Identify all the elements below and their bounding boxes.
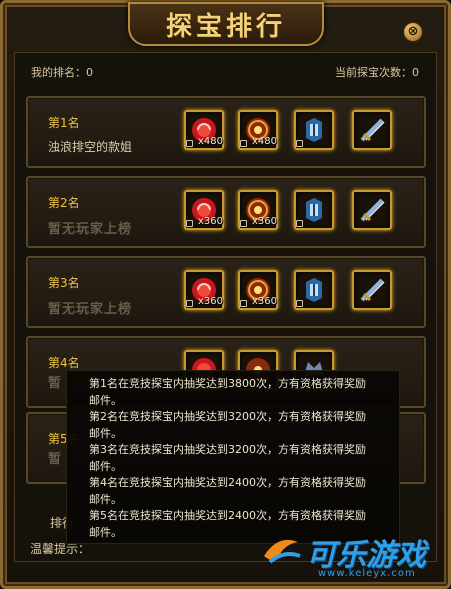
bound-lock-icon	[186, 140, 193, 147]
reward-slot-blade[interactable]	[352, 110, 392, 150]
tooltip-line: 邮件。	[89, 492, 122, 506]
brand-logo-icon	[264, 539, 301, 564]
bound-lock-icon	[186, 300, 193, 307]
watermark-url: www.keleyx.com	[318, 568, 416, 579]
rank-player-name: 暂	[48, 452, 63, 467]
blue-armor-icon	[306, 198, 322, 222]
rank-player-name: 暂	[48, 376, 63, 391]
tooltip-line: 邮件。	[89, 393, 122, 407]
rank-row-2: 第2名 暂无玩家上榜 x360 x360	[26, 176, 426, 248]
tooltip-line: 第5名在竞技探宝内抽奖达到2400次，方有资格获得奖励	[89, 509, 366, 522]
reward-qty: x480	[252, 136, 278, 147]
site-watermark: 可乐游戏 www.keleyx.com	[258, 528, 443, 584]
current-count-text: 当前探宝次数：0	[335, 66, 419, 79]
my-rank-text: 我的排名：0	[31, 66, 93, 79]
reward-slot-blade[interactable]	[352, 190, 392, 230]
reward-qty: x360	[198, 296, 224, 307]
rank-player-name: 暂无玩家上榜	[48, 302, 133, 317]
rank-row-1: 第1名 浊浪排空的款姐 x480 x480	[26, 96, 426, 168]
reward-qty: x480	[198, 136, 224, 147]
blue-blade-icon	[360, 118, 385, 142]
window-title: 探宝排行	[165, 12, 286, 42]
rank-label: 第4名	[48, 356, 80, 370]
reward-qty: x360	[252, 216, 278, 227]
reward-condition-tooltip: 第1名在竞技探宝内抽奖达到3800次，方有资格获得奖励 邮件。 第2名在竞技探宝…	[66, 370, 400, 544]
tooltip-line: 邮件。	[89, 459, 122, 473]
blue-blade-icon	[360, 278, 385, 302]
blue-armor-icon	[306, 118, 322, 142]
bound-lock-icon	[296, 140, 303, 147]
blue-armor-icon	[306, 278, 322, 302]
close-button[interactable]: ⊗	[403, 22, 423, 42]
tooltip-line: 第4名在竞技探宝内抽奖达到2400次，方有资格获得奖励	[89, 476, 366, 489]
rank-player-name: 暂无玩家上榜	[48, 222, 133, 237]
rank-player-name: 浊浪排空的款姐	[48, 140, 133, 154]
rank-row-3: 第3名 暂无玩家上榜 x360 x360	[26, 256, 426, 328]
tooltip-line: 第1名在竞技探宝内抽奖达到3800次，方有资格获得奖励	[89, 377, 366, 390]
bound-lock-icon	[240, 300, 247, 307]
tooltip-line: 第2名在竞技探宝内抽奖达到3200次，方有资格获得奖励	[89, 410, 366, 423]
reward-qty: x360	[198, 216, 224, 227]
bound-lock-icon	[240, 140, 247, 147]
bound-lock-icon	[240, 220, 247, 227]
bound-lock-icon	[186, 220, 193, 227]
tooltip-line: 邮件。	[89, 426, 122, 440]
blue-blade-icon	[360, 198, 385, 222]
reward-slot-blade[interactable]	[352, 270, 392, 310]
tooltip-line: 第3名在竞技探宝内抽奖达到3200次，方有资格获得奖励	[89, 443, 366, 456]
rank-label: 第1名	[48, 116, 80, 130]
rank-label: 第3名	[48, 276, 80, 290]
reward-qty: x360	[252, 296, 278, 307]
rank-label: 第2名	[48, 196, 80, 210]
bound-lock-icon	[296, 220, 303, 227]
bound-lock-icon	[296, 300, 303, 307]
